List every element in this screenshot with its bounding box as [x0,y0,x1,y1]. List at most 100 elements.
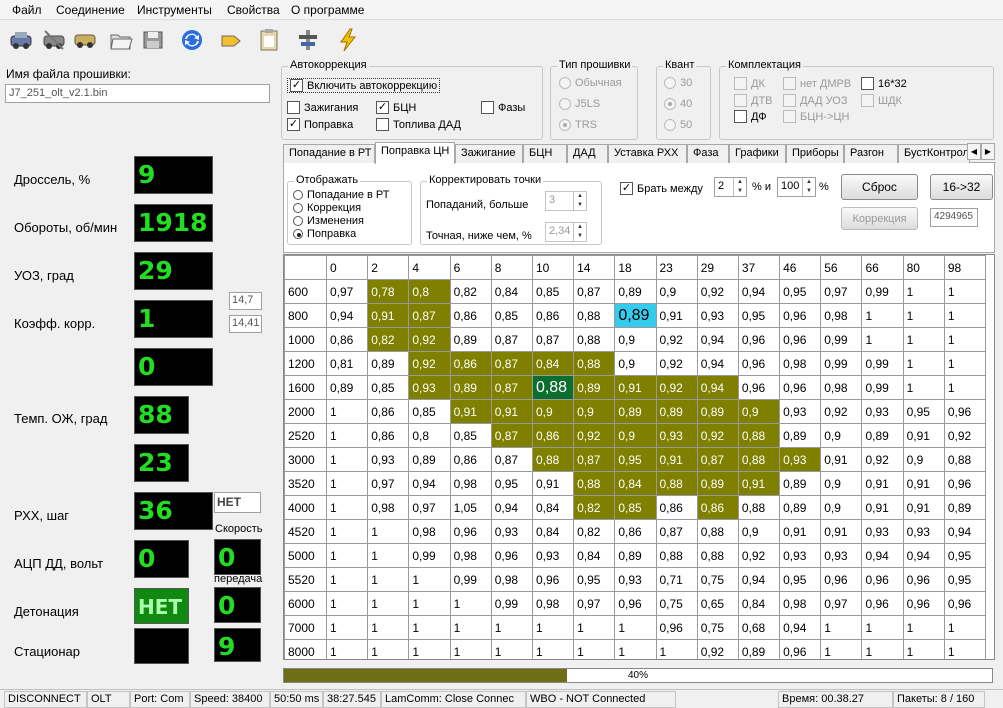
tab-item[interactable]: Графики [729,144,786,163]
grid-cell[interactable]: 0,86 [696,495,739,520]
grid-cell[interactable]: 0,88 [655,471,698,496]
erase-button[interactable] [214,23,247,57]
grid-cell[interactable]: 0,82 [573,519,616,544]
grid-cell[interactable]: 1 [367,591,410,616]
grid-cell[interactable]: 1 [325,591,369,616]
grid-cell[interactable]: 0,98 [490,567,533,592]
tab-item[interactable]: Поправка ЦН [375,142,455,164]
correction-button[interactable]: Коррекция [841,207,918,230]
grid-cell[interactable]: 1 [861,327,904,352]
grid-cell[interactable]: 1 [449,639,492,659]
grid-cell[interactable]: 0,89 [696,471,739,496]
tab-item[interactable]: Приборы [786,144,844,163]
grid-cell[interactable]: 0,97 [820,591,863,616]
display-option[interactable]: Попадание в РТ [293,189,390,201]
menu-properties[interactable]: Свойства [227,3,280,17]
grid-cell[interactable]: 0,87 [490,351,533,376]
grid-cell[interactable]: 0,88 [573,471,616,496]
grid-cell[interactable]: 0,93 [779,543,822,568]
grid-cell[interactable]: 0,95 [490,471,533,496]
grid-cell[interactable]: 0,93 [408,375,451,400]
grid-cell[interactable]: 0,96 [449,519,492,544]
grid-cell[interactable]: 0,85 [367,375,410,400]
grid-cell[interactable]: 0,89 [614,543,657,568]
kvant-option[interactable]: 40 [664,98,692,110]
grid-cell[interactable]: 0,91 [614,375,657,400]
grid-cell[interactable]: 0,98 [820,303,863,328]
grid-cell[interactable]: 0,95 [902,399,945,424]
grid-cell[interactable]: 1 [449,615,492,640]
grid-cell[interactable]: 0,91 [861,471,904,496]
grid-cell[interactable]: 0,96 [861,567,904,592]
equipment-checkbox[interactable]: ДФ [734,110,767,123]
grid-cell[interactable]: 1 [531,615,575,640]
grid-cell[interactable]: 0,99 [861,375,904,400]
grid-cell[interactable]: 1 [490,639,533,659]
grid-cell[interactable]: 1 [902,615,945,640]
grid-cell[interactable]: 0,95 [943,567,987,592]
grid-cell[interactable]: 0,89 [779,471,822,496]
grid-cell[interactable]: 0,86 [449,351,492,376]
grid-cell[interactable]: 0,95 [573,567,616,592]
equipment-checkbox[interactable]: ДАД УОЗ [783,94,847,107]
correction-checkbox[interactable]: ✓ Поправка [287,118,353,131]
grid-cell[interactable]: 0,99 [449,567,492,592]
grid-cell[interactable]: 1 [902,375,945,400]
grid-cell[interactable]: 0,91 [902,423,945,448]
tab-item[interactable]: Уставка РХХ [608,144,687,163]
grid-cell[interactable]: 0,96 [943,399,987,424]
grid-cell[interactable]: 1 [943,279,987,304]
grid-cell[interactable]: 1 [325,495,369,520]
grid-cell[interactable]: 1 [861,303,904,328]
grid-cell[interactable]: 0,8 [408,279,451,304]
grid-cell[interactable]: 0,94 [943,519,987,544]
grid-cell[interactable]: 0,89 [779,495,822,520]
grid-cell[interactable]: 0,9 [655,279,698,304]
equipment-checkbox[interactable]: ШДК [861,94,902,107]
grid-cell[interactable]: 0,91 [655,447,698,472]
grid-cell[interactable]: 1,05 [449,495,492,520]
grid-cell[interactable]: 0,92 [655,327,698,352]
grid-cell[interactable]: 0,87 [408,303,451,328]
grid-cell[interactable]: 0,89 [449,375,492,400]
grid-cell[interactable]: 0,81 [325,351,369,376]
grid-cell[interactable]: 0,93 [490,519,533,544]
grid-cell[interactable]: 1 [943,351,987,376]
grid-cell[interactable]: 0,84 [490,279,533,304]
grid-cell[interactable]: 0,98 [779,591,822,616]
grid-cell[interactable]: 0,96 [902,567,945,592]
grid-cell[interactable]: 0,91 [737,471,781,496]
grid-cell[interactable]: 0,88 [573,303,616,328]
grid-cell[interactable]: 0,96 [779,327,822,352]
grid-cell[interactable]: 1 [902,279,945,304]
grid-cell[interactable]: 0,89 [614,399,657,424]
grid-cell[interactable]: 0,9 [531,399,575,424]
grid-cell[interactable]: 1 [325,639,369,659]
grid-cell[interactable]: 0,68 [737,615,781,640]
grid-cell[interactable]: 0,96 [490,543,533,568]
menu-file[interactable]: Файл [12,3,42,17]
tab-item[interactable]: Зажигание [455,144,523,163]
tab-item[interactable]: ДАД [567,144,608,163]
grid-cell[interactable]: 0,91 [861,495,904,520]
grid-cell[interactable]: 0,85 [449,423,492,448]
grid-cell[interactable]: 0,98 [531,591,575,616]
equipment-checkbox[interactable]: ДК [734,77,765,90]
grid-cell[interactable]: 0,84 [614,471,657,496]
grid-cell[interactable]: 0,89 [614,303,657,328]
grid-cell[interactable]: 0,9 [902,447,945,472]
grid-cell[interactable]: 0,92 [737,543,781,568]
grid-cell[interactable]: 0,88 [655,543,698,568]
grid-cell[interactable]: 0,91 [449,399,492,424]
grid-cell[interactable]: 0,96 [861,591,904,616]
grid-cell[interactable]: 0,98 [820,375,863,400]
grid-cell[interactable]: 0,98 [367,495,410,520]
grid-cell[interactable]: 0,89 [614,279,657,304]
flash-button[interactable] [331,23,364,57]
grid-cell[interactable]: 0,89 [943,495,987,520]
grid-cell[interactable]: 0,91 [531,471,575,496]
grid-cell[interactable]: 0,84 [573,543,616,568]
grid-cell[interactable]: 0,89 [861,423,904,448]
grid-cell[interactable]: 0,8 [408,423,451,448]
grid-cell[interactable]: 0,87 [655,519,698,544]
